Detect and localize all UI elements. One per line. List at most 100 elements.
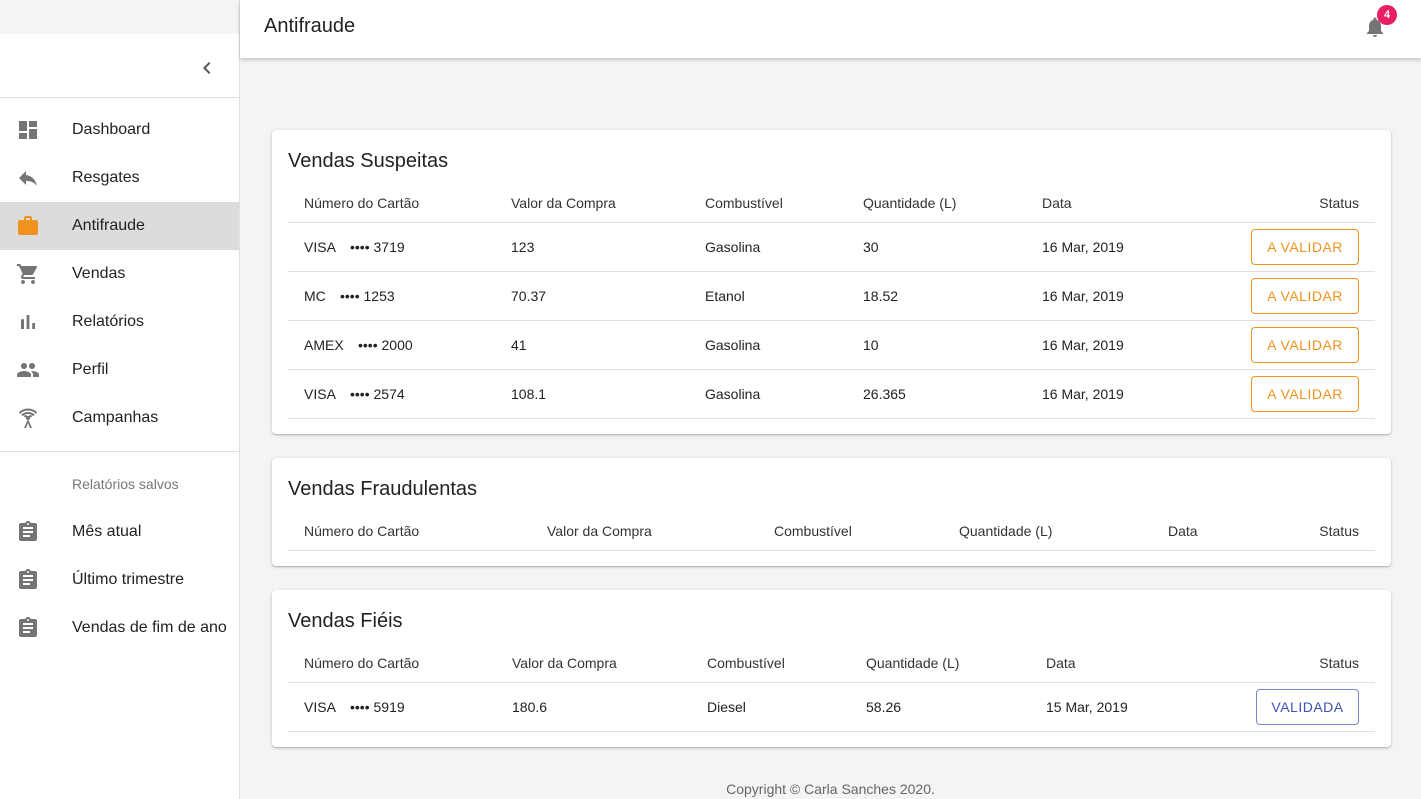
footer-copyright: Copyright © Carla Sanches 2020. — [726, 781, 935, 797]
fuel-cell: Gasolina — [689, 222, 847, 272]
validate-button[interactable]: A VALIDAR — [1251, 326, 1359, 363]
loyal-sales-title: Vendas Fiéis — [288, 610, 403, 632]
sidebar-item-dashboard[interactable]: Dashboard — [0, 106, 239, 154]
bar-chart-icon — [16, 310, 40, 334]
column-header-date: Data — [1030, 644, 1210, 683]
reply-icon — [16, 166, 40, 190]
status-cell: VALIDADA — [1210, 682, 1375, 732]
fuel-cell: Gasolina — [689, 320, 847, 370]
table-header-row: Número do Cartão Valor da Compra Combust… — [288, 184, 1375, 223]
card-brand: MC — [304, 287, 326, 304]
column-header-status: Status — [1210, 184, 1375, 223]
validate-button[interactable]: A VALIDAR — [1251, 277, 1359, 314]
card-last4: •••• 2000 — [358, 336, 413, 353]
clipboard-icon — [16, 568, 40, 592]
saved-report-label: Último trimestre — [72, 571, 185, 588]
sidebar-item-perfil[interactable]: Perfil — [0, 346, 239, 394]
broadcast-icon — [16, 406, 40, 430]
column-header-status: Status — [1255, 512, 1375, 551]
notification-badge: 4 — [1377, 5, 1397, 25]
column-header-value: Valor da Compra — [495, 184, 689, 223]
fuel-cell: Gasolina — [689, 369, 847, 419]
sidebar-item-label: Relatórios — [72, 313, 145, 330]
fraudulent-sales-table: Número do Cartão Valor da Compra Combust… — [288, 512, 1375, 551]
column-header-fuel: Combustível — [758, 512, 943, 551]
qty-cell: 30 — [847, 222, 1026, 272]
fuel-cell: Etanol — [689, 271, 847, 321]
suspicious-sales-card: Vendas Suspeitas Número do Cartão Valor … — [272, 130, 1391, 434]
date-cell: 16 Mar, 2019 — [1026, 369, 1210, 419]
saved-report-fim-de-ano[interactable]: Vendas de fim de ano — [0, 604, 239, 652]
date-cell: 16 Mar, 2019 — [1026, 271, 1210, 321]
column-header-card: Número do Cartão — [288, 184, 495, 223]
sidebar-item-resgates[interactable]: Resgates — [0, 154, 239, 202]
suspicious-sales-title: Vendas Suspeitas — [288, 150, 449, 172]
qty-cell: 58.26 — [850, 682, 1030, 732]
table-row: VISA •••• 3719 123 Gasolina 30 16 Mar, 20… — [288, 222, 1375, 272]
column-header-fuel: Combustível — [689, 184, 847, 223]
dashboard-icon — [16, 118, 40, 142]
value-cell: 123 — [495, 222, 689, 272]
saved-report-ultimo-trimestre[interactable]: Último trimestre — [0, 556, 239, 604]
collapse-sidebar-button[interactable] — [193, 54, 221, 82]
saved-reports-list: Mês atual Último trimestre Vendas de fim… — [0, 508, 239, 652]
card-number-cell: VISA •••• 2574 — [288, 369, 495, 419]
saved-report-label: Vendas de fim de ano — [72, 619, 227, 636]
suspicious-sales-table: Número do Cartão Valor da Compra Combust… — [288, 184, 1375, 419]
table-header-row: Número do Cartão Valor da Compra Combust… — [288, 644, 1375, 683]
notifications-button[interactable]: 4 — [1363, 5, 1397, 39]
clipboard-icon — [16, 520, 40, 544]
value-cell: 180.6 — [496, 682, 691, 732]
card-brand: VISA — [304, 238, 336, 255]
saved-reports-header: Relatórios salvos — [72, 476, 179, 492]
sidebar: Dashboard Resgates Antifraude Vendas Rel… — [0, 0, 240, 799]
column-header-value: Valor da Compra — [496, 644, 691, 683]
validated-button[interactable]: VALIDADA — [1256, 688, 1359, 725]
column-header-card: Número do Cartão — [288, 512, 531, 551]
saved-report-mes-atual[interactable]: Mês atual — [0, 508, 239, 556]
saved-report-label: Mês atual — [72, 523, 142, 540]
card-brand: AMEX — [304, 336, 344, 353]
date-cell: 15 Mar, 2019 — [1030, 682, 1210, 732]
qty-cell: 26.365 — [847, 369, 1026, 419]
card-number-cell: VISA •••• 3719 — [288, 222, 495, 272]
sidebar-item-label: Antifraude — [72, 217, 145, 234]
column-header-qty: Quantidade (L) — [850, 644, 1030, 683]
status-cell: A VALIDAR — [1210, 271, 1375, 321]
column-header-date: Data — [1026, 184, 1210, 223]
sidebar-item-vendas[interactable]: Vendas — [0, 250, 239, 298]
fraudulent-sales-card: Vendas Fraudulentas Número do Cartão Val… — [272, 458, 1391, 566]
validate-button[interactable]: A VALIDAR — [1251, 375, 1359, 412]
date-cell: 16 Mar, 2019 — [1026, 320, 1210, 370]
validate-button[interactable]: A VALIDAR — [1251, 228, 1359, 265]
sidebar-item-label: Vendas — [72, 265, 126, 282]
qty-cell: 18.52 — [847, 271, 1026, 321]
fuel-cell: Diesel — [691, 682, 850, 732]
briefcase-icon — [16, 214, 40, 238]
date-cell: 16 Mar, 2019 — [1026, 222, 1210, 272]
card-last4: •••• 2574 — [350, 385, 405, 402]
sidebar-item-label: Resgates — [72, 169, 140, 186]
sidebar-item-label: Campanhas — [72, 409, 159, 426]
card-last4: •••• 3719 — [350, 238, 405, 255]
fraudulent-sales-title: Vendas Fraudulentas — [288, 478, 478, 500]
card-last4: •••• 1253 — [340, 287, 395, 304]
sidebar-item-campanhas[interactable]: Campanhas — [0, 394, 239, 442]
card-number-cell: AMEX •••• 2000 — [288, 320, 495, 370]
sidebar-item-label: Perfil — [72, 361, 109, 378]
table-row: VISA •••• 2574 108.1 Gasolina 26.365 16 M… — [288, 369, 1375, 419]
sidebar-item-label: Dashboard — [72, 121, 151, 138]
column-header-date: Data — [1152, 512, 1255, 551]
card-brand: VISA — [304, 385, 336, 402]
column-header-card: Número do Cartão — [288, 644, 496, 683]
chevron-left-icon — [203, 62, 211, 74]
value-cell: 108.1 — [495, 369, 689, 419]
sidebar-item-relatorios[interactable]: Relatórios — [0, 298, 239, 346]
card-number-cell: MC •••• 1253 — [288, 271, 495, 321]
status-cell: A VALIDAR — [1210, 320, 1375, 370]
main-nav: Dashboard Resgates Antifraude Vendas Rel… — [0, 98, 239, 452]
status-cell: A VALIDAR — [1210, 222, 1375, 272]
sidebar-item-antifraude[interactable]: Antifraude — [0, 202, 239, 250]
status-cell: A VALIDAR — [1210, 369, 1375, 419]
clipboard-icon — [16, 616, 40, 640]
